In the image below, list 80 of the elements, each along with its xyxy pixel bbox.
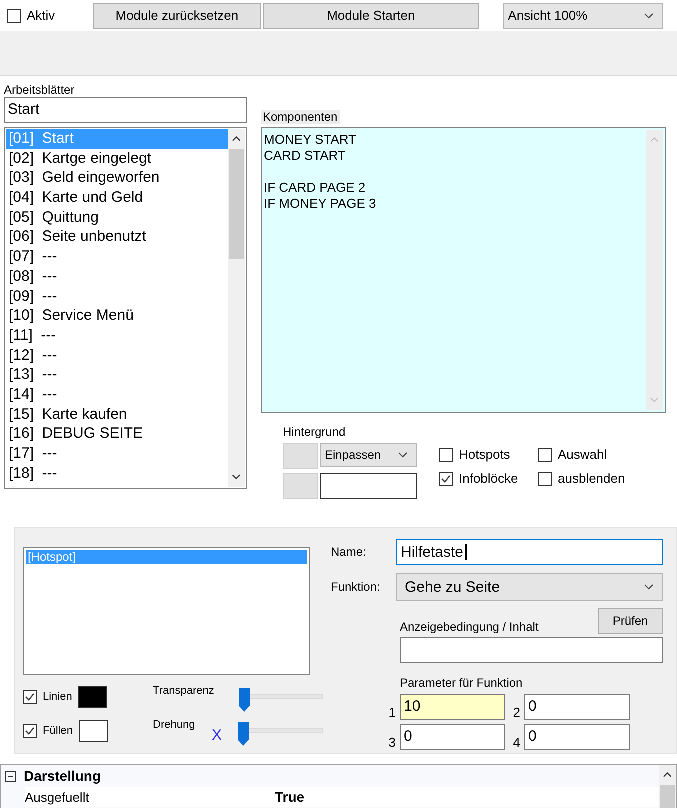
slider-label: Drehung	[153, 719, 196, 731]
worksheet-item[interactable]: [09] ---	[6, 286, 228, 306]
parameter-index: 4	[512, 735, 520, 750]
checkbox[interactable]	[439, 472, 453, 486]
option-checkbox[interactable]: Hotspots	[439, 447, 538, 462]
check-button[interactable]: Prüfen	[598, 608, 663, 634]
parameters-label: Parameter für Funktion	[400, 676, 524, 690]
worksheet-name-field[interactable]: Start	[4, 97, 247, 123]
option-checkbox[interactable]: Infoblöcke	[439, 471, 538, 486]
worksheet-item[interactable]: [16] DEBUG SEITE	[6, 424, 228, 444]
parameter-field[interactable]: 0	[524, 724, 630, 750]
function-dropdown[interactable]: Gehe zu Seite	[396, 573, 663, 601]
function-label: Funktion:	[331, 580, 382, 594]
parameter-field[interactable]: 0	[524, 694, 630, 720]
checkbox[interactable]	[23, 724, 37, 738]
checkbox[interactable]	[538, 472, 552, 486]
axis-label: X	[212, 727, 223, 744]
parameter-field[interactable]: 0	[400, 724, 505, 750]
checkbox[interactable]	[23, 690, 37, 704]
property-value[interactable]: True	[275, 789, 305, 805]
slider-thumb[interactable]	[239, 688, 250, 712]
background-color-swatch[interactable]	[283, 443, 318, 469]
checkbox[interactable]	[439, 448, 453, 462]
scroll-down-icon[interactable]	[232, 474, 241, 480]
condition-label: Anzeigebedingung / Inhalt	[400, 620, 539, 634]
swatch-label: Linien	[43, 691, 72, 703]
slider-track[interactable]	[238, 722, 323, 746]
worksheet-item[interactable]: [11] ---	[6, 326, 228, 346]
fit-dropdown[interactable]: Einpassen	[320, 443, 417, 467]
worksheet-item[interactable]: [13] ---	[6, 365, 228, 385]
name-field[interactable]: Hilfetaste	[396, 539, 663, 565]
toolbar-button[interactable]: Module Starten	[263, 2, 480, 28]
worksheet-item[interactable]: [08] ---	[6, 266, 228, 286]
worksheet-item[interactable]: [03] Geld eingeworfen	[6, 168, 228, 188]
parameter-index: 1	[388, 705, 396, 720]
parameter-index: 2	[512, 705, 520, 720]
worksheet-item[interactable]: [07] ---	[6, 247, 228, 267]
caret-icon	[644, 12, 654, 18]
view-dropdown[interactable]: Ansicht 100%	[503, 2, 664, 28]
category-label: Darstellung	[24, 768, 102, 784]
components-textarea[interactable]: MONEY START CARD START IF CARD PAGE 2 IF MONEY PAGE 3	[261, 127, 666, 413]
worksheet-item[interactable]: [12] ---	[6, 346, 228, 366]
scrollbar[interactable]	[228, 129, 245, 487]
checkbox[interactable]	[7, 8, 21, 22]
option-checkbox[interactable]: ausblenden	[538, 471, 638, 486]
parameter-index: 3	[388, 735, 396, 750]
caret-icon	[398, 452, 408, 458]
caret-icon	[644, 584, 654, 590]
background-input-field[interactable]	[320, 473, 417, 499]
worksheets-label: Arbeitsblätter	[4, 83, 76, 97]
collapse-icon[interactable]	[5, 770, 16, 782]
worksheet-item[interactable]: [05] Quittung	[6, 208, 228, 228]
worksheet-item[interactable]: [14] ---	[6, 384, 228, 405]
condition-field[interactable]	[400, 637, 663, 663]
worksheet-item[interactable]: [06] Seite unbenutzt	[6, 227, 228, 248]
worksheet-item[interactable]: [18] ---	[6, 464, 228, 484]
background-label: Hintergrund	[283, 425, 347, 439]
swatch-label: Füllen	[43, 725, 73, 737]
name-label: Name:	[331, 545, 368, 559]
worksheet-item[interactable]: [02] Kartge eingelegt	[6, 148, 228, 168]
option-checkbox[interactable]: Auswahl	[538, 447, 638, 462]
components-label: Komponenten	[261, 110, 340, 124]
worksheet-item[interactable]: [04] Karte und Geld	[6, 188, 228, 208]
parameter-field[interactable]: 10	[400, 694, 505, 720]
background-image-swatch[interactable]	[283, 473, 318, 499]
toolbar-button[interactable]: Module zurücksetzen	[93, 2, 262, 28]
slider-track[interactable]	[239, 688, 323, 712]
property-name: Ausgefuellt	[25, 790, 90, 804]
scrollbar[interactable]	[659, 765, 676, 808]
slider-thumb[interactable]	[238, 722, 250, 746]
active-checkbox[interactable]: Aktiv	[7, 8, 56, 23]
worksheet-item[interactable]: [15] Karte kaufen	[6, 404, 228, 424]
color-swatch[interactable]	[78, 686, 108, 708]
slider-label: Transparenz	[153, 685, 213, 697]
color-swatch[interactable]	[78, 720, 108, 742]
scroll-up-icon[interactable]	[232, 136, 241, 142]
scroll-up-icon[interactable]	[663, 772, 672, 778]
worksheet-item[interactable]: [17] ---	[6, 444, 228, 464]
worksheet-item[interactable]: [10] Service Menü	[6, 306, 228, 326]
checkbox[interactable]	[538, 448, 552, 462]
